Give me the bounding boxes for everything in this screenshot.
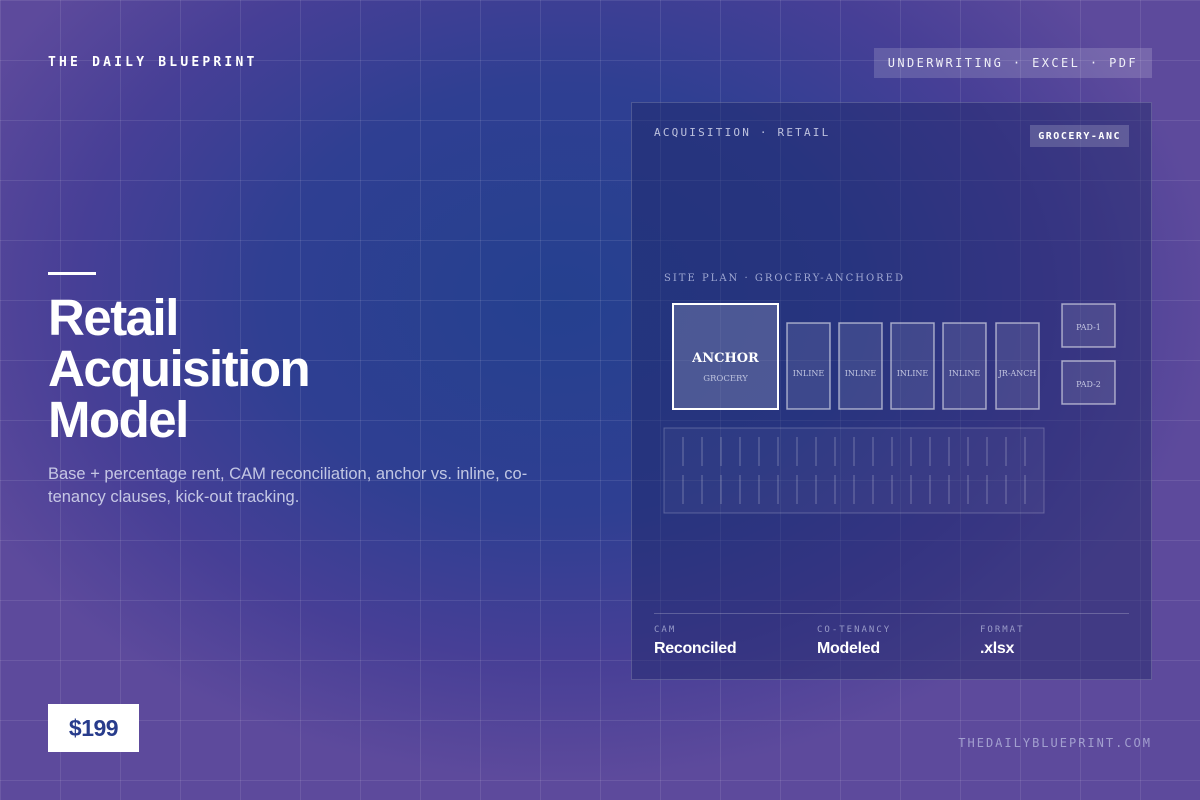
title-line: Acquisition: [48, 340, 311, 397]
stat-value: Modeled: [817, 640, 880, 657]
stat-label: CO-TENANCY: [817, 625, 892, 635]
anchor-label: ANCHOR: [691, 351, 759, 366]
junior-anchor-unit: [995, 322, 1040, 410]
product-description: Base + percentage rent, CAM reconciliati…: [48, 465, 528, 506]
unit-label: INLINE: [949, 369, 981, 378]
inline-units: INLINE INLINE INLINE INLINE JR-ANCH: [786, 322, 1040, 410]
inline-unit: [942, 322, 987, 410]
brand-logo[interactable]: THE DAILY BLUEPRINT: [48, 55, 258, 70]
price-badge[interactable]: $199: [48, 704, 139, 752]
inline-unit: [786, 322, 831, 410]
parking-lot: [663, 427, 1045, 514]
unit-label: JR-ANCH: [998, 369, 1037, 378]
stat-value: .xlsx: [980, 640, 1015, 657]
unit-label: INLINE: [897, 369, 929, 378]
stat-label: CAM: [654, 625, 677, 635]
stat-co-tenancy: CO-TENANCY Modeled: [817, 625, 891, 658]
pad-label: PAD-1: [1076, 323, 1101, 332]
anchor-sublabel: GROCERY: [703, 374, 748, 384]
inline-unit: [838, 322, 883, 410]
unit-label: INLINE: [793, 369, 825, 378]
inline-unit: [890, 322, 935, 410]
stat-format: FORMAT .xlsx: [980, 625, 1025, 658]
pad-sites: PAD-1 PAD-2: [1061, 303, 1116, 405]
card-divider: [654, 613, 1129, 614]
site-plan-title: SITE PLAN · GROCERY-ANCHORED: [664, 273, 905, 284]
page-title: Retail Acquisition Model: [48, 292, 568, 445]
title-line: Retail: [48, 289, 179, 346]
title-accent-rule: [48, 272, 96, 275]
stat-label: FORMAT: [980, 625, 1025, 635]
stat-value: Reconciled: [654, 640, 737, 657]
title-line: Model: [48, 391, 189, 448]
format-tag: UNDERWRITING · EXCEL · PDF: [873, 48, 1152, 78]
stat-cam: CAM Reconciled: [654, 625, 737, 658]
product-preview-card: ACQUISITION · RETAIL GROCERY-ANC SITE PL…: [631, 102, 1152, 680]
website-url[interactable]: THEDAILYBLUEPRINT.COM: [958, 736, 1152, 750]
unit-label: INLINE: [845, 369, 877, 378]
pad-label: PAD-2: [1076, 380, 1101, 389]
site-plan-diagram: SITE PLAN · GROCERY-ANCHORED ANCHOR GROC…: [663, 273, 1116, 514]
